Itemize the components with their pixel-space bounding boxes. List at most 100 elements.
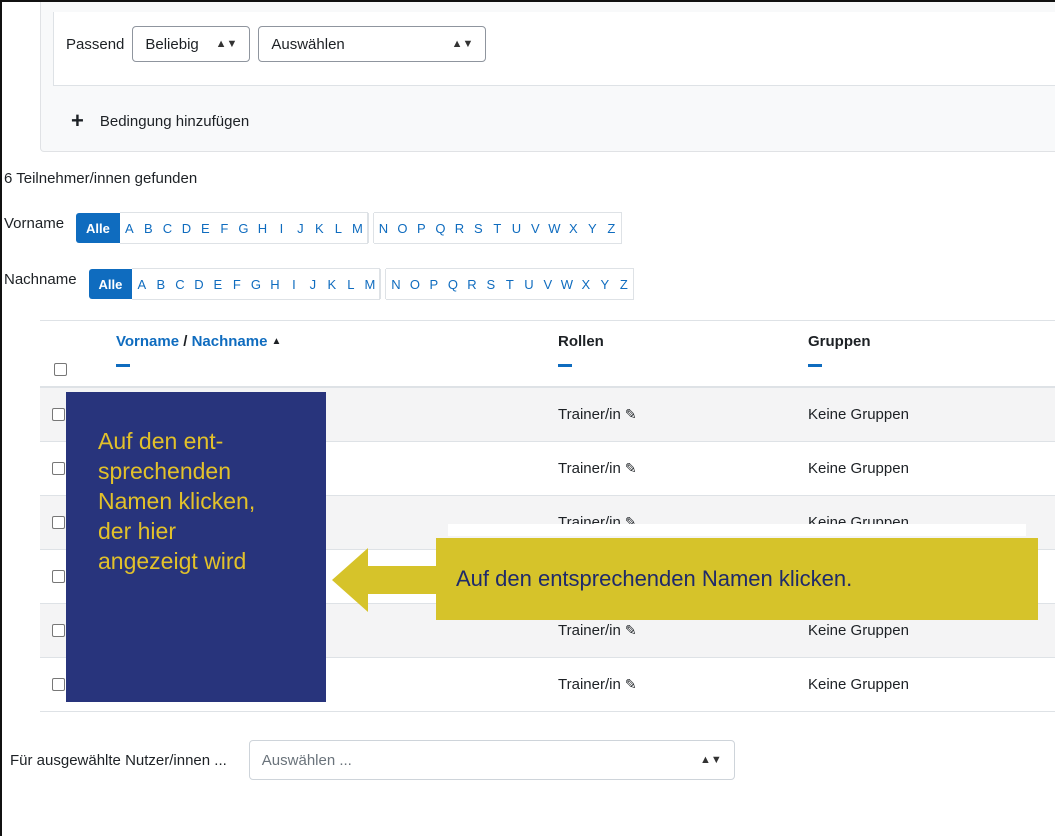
- firstname-letter-p[interactable]: P: [412, 213, 431, 243]
- collapse-column-icon[interactable]: [558, 364, 572, 367]
- lastname-letter-b[interactable]: B: [151, 269, 170, 299]
- lastname-letter-r[interactable]: R: [462, 269, 481, 299]
- lastname-letter-p[interactable]: P: [424, 269, 443, 299]
- lastname-letter-j[interactable]: J: [303, 269, 322, 299]
- lastname-letter-y[interactable]: Y: [595, 269, 614, 299]
- group-cell: Keine Gruppen: [808, 676, 909, 693]
- firstname-letter-a[interactable]: A: [120, 213, 139, 243]
- firstname-initials-bar: Vorname Alle ABCDEFGHIJKLM NOPQRSTUVWXYZ: [4, 212, 622, 244]
- pencil-icon[interactable]: ✎: [625, 622, 637, 638]
- lastname-letter-g[interactable]: G: [246, 269, 265, 299]
- filter-type-select[interactable]: Auswählen ▲▼: [258, 26, 487, 62]
- add-condition-label: Bedingung hinzufügen: [99, 112, 250, 130]
- role-cell: Trainer/in✎: [558, 406, 637, 423]
- column-header-name: Vorname / Nachname ▲: [116, 333, 281, 367]
- firstname-letter-q[interactable]: Q: [431, 213, 450, 243]
- firstname-letter-j[interactable]: J: [291, 213, 310, 243]
- firstname-initials-label: Vorname: [4, 214, 65, 232]
- sort-lastname-link[interactable]: Nachname: [192, 333, 268, 350]
- lastname-letter-e[interactable]: E: [208, 269, 227, 299]
- firstname-letter-i[interactable]: I: [272, 213, 291, 243]
- firstname-letter-u[interactable]: U: [507, 213, 526, 243]
- firstname-letter-t[interactable]: T: [488, 213, 507, 243]
- lastname-letter-h[interactable]: H: [265, 269, 284, 299]
- lastname-letter-v[interactable]: V: [538, 269, 557, 299]
- firstname-letter-n[interactable]: N: [374, 213, 393, 243]
- role-label: Trainer/in: [558, 460, 621, 477]
- row-select-checkbox[interactable]: [52, 624, 65, 637]
- firstname-letters-a-m: ABCDEFGHIJKLM: [119, 212, 368, 244]
- firstname-letter-k[interactable]: K: [310, 213, 329, 243]
- sort-firstname-link[interactable]: Vorname: [116, 333, 179, 350]
- role-cell: Trainer/in✎: [558, 676, 637, 693]
- pencil-icon[interactable]: ✎: [625, 406, 637, 422]
- pencil-icon[interactable]: ✎: [625, 460, 637, 476]
- lastname-letter-s[interactable]: S: [481, 269, 500, 299]
- add-condition-button[interactable]: + Bedingung hinzufügen: [71, 110, 249, 132]
- firstname-letter-r[interactable]: R: [450, 213, 469, 243]
- lastname-letter-d[interactable]: D: [189, 269, 208, 299]
- lastname-letter-o[interactable]: O: [405, 269, 424, 299]
- groups-header-label: Gruppen: [808, 333, 871, 350]
- firstname-letter-m[interactable]: M: [348, 213, 367, 243]
- match-label: Passend: [66, 36, 125, 53]
- firstname-letters-n-z: NOPQRSTUVWXYZ: [373, 212, 622, 244]
- bulk-action-label: Für ausgewählte Nutzer/innen ...: [10, 751, 227, 769]
- firstname-letter-l[interactable]: L: [329, 213, 348, 243]
- lastname-letter-l[interactable]: L: [341, 269, 360, 299]
- firstname-letter-b[interactable]: B: [139, 213, 158, 243]
- firstname-letter-x[interactable]: X: [564, 213, 583, 243]
- firstname-all-button[interactable]: Alle: [76, 213, 120, 243]
- lastname-letter-t[interactable]: T: [500, 269, 519, 299]
- lastname-all-button[interactable]: Alle: [88, 269, 133, 299]
- collapse-column-icon[interactable]: [808, 364, 822, 367]
- row-select-checkbox[interactable]: [52, 678, 65, 691]
- firstname-letter-g[interactable]: G: [234, 213, 253, 243]
- note-line: der hier: [98, 518, 176, 544]
- firstname-letter-z[interactable]: Z: [602, 213, 621, 243]
- sort-updown-icon: ▲▼: [700, 754, 722, 766]
- filter-type-value: Auswählen: [271, 35, 345, 53]
- select-all-checkbox[interactable]: [54, 363, 67, 376]
- lastname-letter-m[interactable]: M: [360, 269, 379, 299]
- roles-header-label: Rollen: [558, 333, 604, 350]
- firstname-letter-d[interactable]: D: [177, 213, 196, 243]
- firstname-letter-v[interactable]: V: [526, 213, 545, 243]
- row-select-checkbox[interactable]: [52, 408, 65, 421]
- lastname-letter-k[interactable]: K: [322, 269, 341, 299]
- firstname-letter-s[interactable]: S: [469, 213, 488, 243]
- firstname-letter-y[interactable]: Y: [583, 213, 602, 243]
- collapse-column-icon[interactable]: [116, 364, 130, 367]
- firstname-letter-h[interactable]: H: [253, 213, 272, 243]
- lastname-letter-q[interactable]: Q: [443, 269, 462, 299]
- lastname-letter-f[interactable]: F: [227, 269, 246, 299]
- lastname-letter-x[interactable]: X: [576, 269, 595, 299]
- firstname-letter-w[interactable]: W: [545, 213, 564, 243]
- row-select-checkbox[interactable]: [52, 570, 65, 583]
- lastname-letter-c[interactable]: C: [170, 269, 189, 299]
- note-line: angezeigt wird: [98, 548, 247, 574]
- group-cell: Keine Gruppen: [808, 622, 909, 639]
- bulk-action-select[interactable]: Auswählen ... ▲▼: [248, 740, 735, 780]
- row-select-checkbox[interactable]: [52, 462, 65, 475]
- firstname-letter-e[interactable]: E: [196, 213, 215, 243]
- lastname-letter-w[interactable]: W: [557, 269, 576, 299]
- firstname-letter-o[interactable]: O: [393, 213, 412, 243]
- match-select[interactable]: Beliebig ▲▼: [132, 26, 251, 62]
- lastname-letter-z[interactable]: Z: [614, 269, 633, 299]
- row-select-checkbox[interactable]: [52, 516, 65, 529]
- firstname-letter-f[interactable]: F: [215, 213, 234, 243]
- lastname-letters-a-m: ABCDEFGHIJKLM: [132, 268, 381, 300]
- firstname-letter-c[interactable]: C: [158, 213, 177, 243]
- note-line: Auf den ent-: [98, 428, 224, 454]
- plus-icon: +: [71, 108, 84, 133]
- pencil-icon[interactable]: ✎: [625, 676, 637, 692]
- lastname-letter-a[interactable]: A: [132, 269, 151, 299]
- filter-panel: Passend Beliebig ▲▼ Auswählen ▲▼ + Bedin…: [40, 2, 1055, 152]
- note-line: Namen klicken,: [98, 488, 256, 514]
- filter-row: Passend Beliebig ▲▼ Auswählen ▲▼: [53, 12, 1055, 86]
- group-cell: Keine Gruppen: [808, 460, 909, 477]
- lastname-letter-u[interactable]: U: [519, 269, 538, 299]
- lastname-letter-n[interactable]: N: [386, 269, 405, 299]
- lastname-letter-i[interactable]: I: [284, 269, 303, 299]
